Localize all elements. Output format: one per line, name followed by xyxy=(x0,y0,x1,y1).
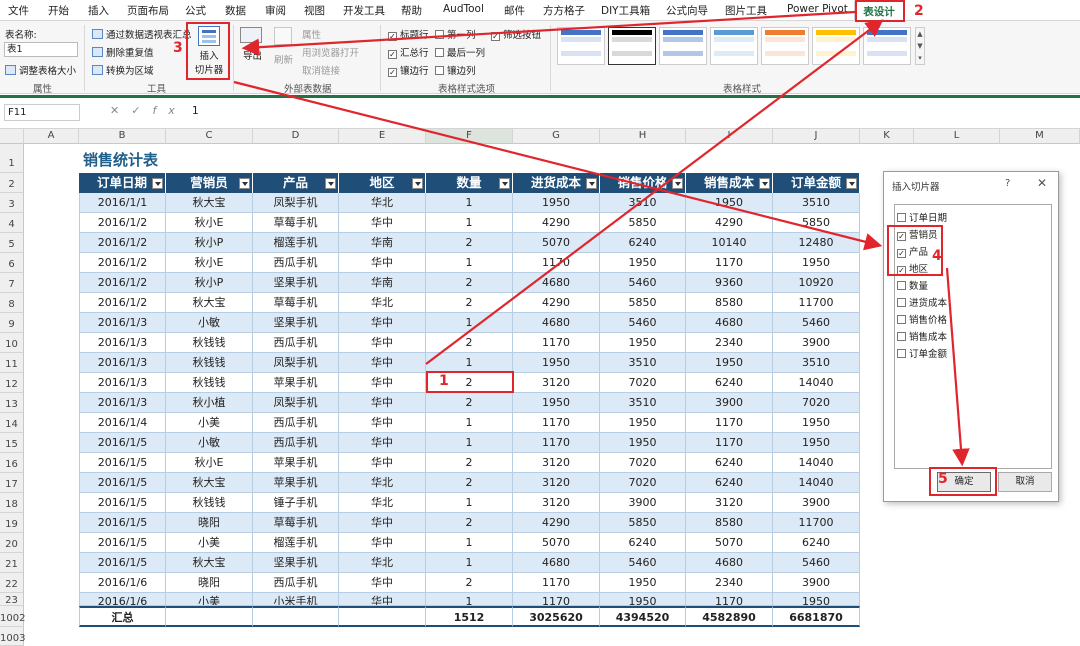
arrow-1-to-2 xyxy=(425,19,884,365)
arrow-2-to-3 xyxy=(241,10,856,57)
highlight-tab-box xyxy=(855,0,905,22)
step-marker: 1 xyxy=(439,373,449,389)
step-marker: 3 xyxy=(173,40,183,56)
arrow-3-to-4 xyxy=(233,80,883,251)
annotation-arrows xyxy=(233,10,970,467)
arrow-4-to-5 xyxy=(945,267,970,467)
step-marker: 5 xyxy=(938,471,948,487)
excel-window: 文件 开始 插入 页面布局 公式 数据 审阅 视图 开发工具 帮助 AudToo… xyxy=(0,0,1080,646)
step-marker: 2 xyxy=(914,3,924,19)
step-marker: 4 xyxy=(932,248,942,264)
highlight-slicer-button-box xyxy=(186,22,230,80)
